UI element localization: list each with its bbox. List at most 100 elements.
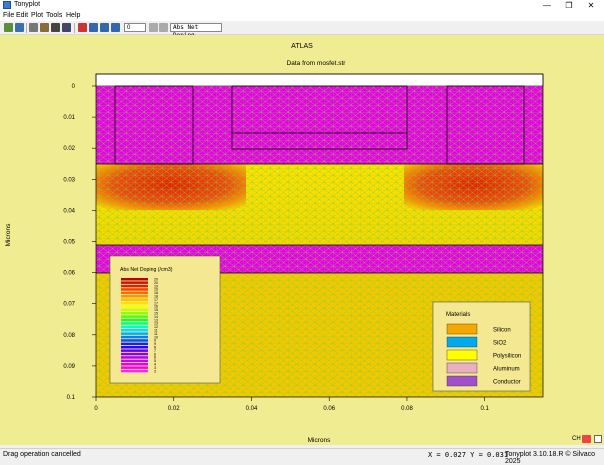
zoom-back-icon[interactable] [149,23,158,32]
doping-value: 3 [154,369,156,373]
load-icon[interactable] [4,23,13,32]
copy-icon[interactable] [51,23,60,32]
y-axis: 0 0.01 0.02 0.03 0.04 0.05 0.06 0.07 0.08 0.09 0.1 [63,84,96,401]
material-label: Aluminum [493,367,520,373]
plot-svg[interactable]: ATLAS Data from mosfet.str 0 0.02 0.04 0.06… [0,35,604,445]
save-icon[interactable] [15,23,24,32]
toolbar-separator [26,23,27,33]
x-tick-label: 0.02 [168,406,180,412]
version-info: Tonyplot 3.10.18.R © Silvaco 2025 [505,451,595,465]
y-tick-label: 0 [72,84,76,90]
minimize-button[interactable]: — [536,0,558,11]
doping-swatch [121,356,148,359]
material-swatch [446,336,478,348]
menu-plot[interactable]: Plot [31,12,43,19]
doping-swatch [121,363,148,366]
title-bar: Tonyplot — ❐ ✕ [0,0,604,11]
x-axis-label: Microns [308,437,332,444]
zoom-out-icon[interactable] [100,23,109,32]
tray-language[interactable]: CH [572,436,581,442]
doping-swatch [121,315,148,318]
menu-edit[interactable]: Edit [16,12,28,19]
x-tick-label: 0.06 [323,406,335,412]
maximize-button[interactable]: ❐ [558,0,580,11]
doping-swatch [121,339,148,342]
zoom-level-field[interactable]: 0 [124,23,146,32]
window-title: Tonyplot [14,1,41,8]
toolbar-separator [74,23,75,33]
y-tick-label: 0.04 [63,208,75,214]
print-icon[interactable] [29,23,38,32]
plot-header: ATLAS [291,43,313,50]
y-tick-label: 0.02 [63,146,75,152]
y-tick-label: 0.06 [63,271,75,277]
y-axis-label: Microns [5,223,12,247]
material-swatch [446,323,478,335]
doping-swatch [121,288,148,291]
doping-swatch [121,349,148,352]
x-tick-label: 0.04 [246,406,258,412]
doping-swatch [121,281,148,284]
pan-icon[interactable] [78,23,87,32]
material-swatch [446,375,478,387]
zoom-forward-icon[interactable] [159,23,168,32]
material-swatch [446,362,478,374]
y-tick-label: 0.03 [63,177,75,183]
doping-swatch [121,301,148,305]
x-axis: 0 0.02 0.04 0.06 0.08 0.1 [94,397,490,412]
app-icon [3,1,11,9]
material-label: Polysilicon [493,354,521,360]
doping-swatch [121,295,148,298]
doping-swatch [121,346,148,349]
toolbar: 0 Abs Net Doping [0,21,604,39]
doping-swatch [121,291,148,295]
y-tick-label: 0.05 [63,240,75,246]
y-tick-label: 0.01 [63,115,75,121]
menu-tools[interactable]: Tools [46,12,62,19]
doping-swatch [121,318,148,322]
quantity-select[interactable]: Abs Net Doping [170,23,222,39]
doping-swatch [121,284,148,288]
zoom-box-icon[interactable] [111,23,120,32]
doping-legend: Abs Net Doping (/cm3) 202019191818171716… [109,255,221,384]
doping-swatch [121,352,148,356]
y-tick-label: 0.07 [63,302,75,308]
status-message: Drag operation cancelled [3,451,81,458]
doping-swatch [121,332,148,335]
materials-legend-title: Materials [446,312,470,318]
close-button[interactable]: ✕ [580,0,602,11]
zoom-in-icon[interactable] [89,23,98,32]
y-tick-label: 0.08 [63,333,75,339]
material-label: SiO2 [493,341,507,347]
doping-swatch [121,335,148,339]
doping-swatch [121,329,148,332]
doping-legend-title: Abs Net Doping (/cm3) [120,267,173,273]
plot-canvas[interactable]: ATLAS Data from mosfet.str 0 0.02 0.04 0.06… [0,35,604,445]
material-swatch [446,349,478,361]
tray-window-icon[interactable] [594,435,602,443]
doping-swatch [121,278,148,281]
menu-file[interactable]: File [3,12,14,19]
duplicate-icon[interactable] [62,23,71,32]
material-label: Conductor [493,380,521,386]
menu-help[interactable]: Help [66,12,80,19]
doping-swatch [121,325,148,329]
menu-bar: File Edit Plot Tools Help [0,11,604,21]
doping-swatch [121,305,148,308]
status-bar: Drag operation cancelled X = 0.027 Y = 0… [0,448,604,465]
overlay-icon[interactable] [40,23,49,32]
cursor-coordinates: X = 0.027 Y = 0.031 [428,451,509,459]
x-tick-label: 0.1 [481,406,490,412]
plot-title: Data from mosfet.str [287,60,347,67]
tray-app-icon[interactable] [582,435,591,443]
y-tick-label: 0.1 [67,395,76,401]
materials-legend: Materials Silicon SiO2 Polysilicon Aluminum… [432,301,531,392]
doping-swatch [121,359,148,363]
doping-swatch [121,342,148,346]
doping-swatch [121,298,148,301]
top-layer [95,73,544,87]
doping-swatch [121,322,148,325]
doping-swatch [121,312,148,315]
doping-swatch [121,366,148,369]
x-tick-label: 0 [94,406,98,412]
